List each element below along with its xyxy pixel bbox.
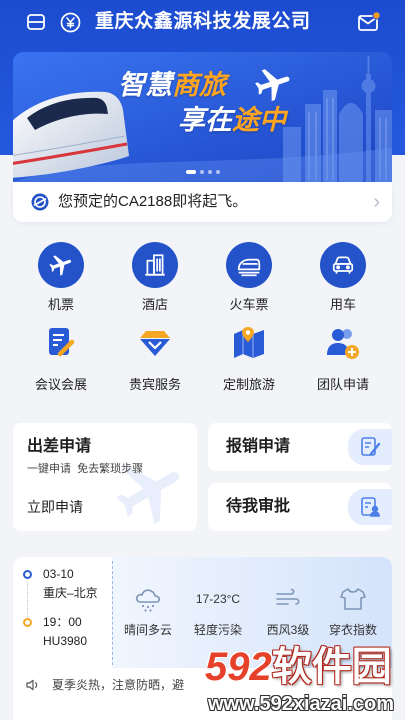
diamond-icon — [140, 331, 170, 356]
temperature-range: 17-23°C — [195, 592, 241, 606]
watermark-url: www.592xiazai.com — [208, 693, 395, 715]
carousel-indicator[interactable] — [13, 170, 392, 174]
wind-icon — [276, 588, 300, 605]
carousel-dot[interactable] — [199, 170, 204, 174]
trip-request-card[interactable]: 出差申请 一键申请 免去繁琐步骤 立即申请 — [13, 423, 197, 531]
slogan-line-1-normal: 智慧 — [118, 70, 172, 100]
promo-banner[interactable]: 智慧商旅 享在途中 — [13, 52, 392, 182]
air-quality-label: 轻度污染 — [193, 623, 242, 637]
weather-condition — [116, 584, 180, 612]
card-icon[interactable] — [26, 12, 46, 32]
yuan-icon[interactable] — [60, 12, 81, 33]
expense-title: 报销申请 — [226, 438, 291, 455]
trip-time: 19：00 — [43, 615, 82, 629]
plane-icon — [38, 242, 84, 288]
service-hotel[interactable]: 酒店 — [115, 242, 195, 313]
approval-icon-box — [348, 489, 392, 525]
service-label: 用车 — [329, 297, 356, 312]
trip-request-subtitle: 一键申请 免去繁琐步骤 — [27, 463, 144, 475]
trip-request-title: 出差申请 — [27, 438, 92, 455]
service-label: 机票 — [47, 297, 74, 312]
approval-card[interactable]: 待我审批 — [208, 483, 392, 531]
carousel-dot[interactable] — [185, 170, 196, 174]
departure-marker — [23, 570, 32, 579]
approval-form-icon — [361, 497, 380, 517]
app-title: 重庆众鑫源科技发展公司 — [95, 11, 311, 32]
watermark-number: 592 — [205, 645, 272, 689]
carousel-dot[interactable] — [215, 170, 220, 174]
notice-text: 您预定的CA2188即将起飞。 — [58, 193, 248, 210]
clothing-index-label: 穿衣指数 — [328, 623, 377, 637]
mail-icon[interactable] — [357, 11, 381, 33]
service-vip[interactable]: 贵宾服务 — [115, 325, 195, 393]
cloud-rain-icon — [135, 589, 161, 612]
timeline-line — [27, 582, 28, 617]
trip-route: 重庆–北京 — [43, 586, 98, 600]
document-pen-icon — [49, 328, 75, 357]
map-pin-icon — [234, 327, 264, 358]
slogan-line-1-highlight: 商旅 — [172, 70, 226, 100]
team-add-icon — [327, 329, 359, 359]
service-label: 火车票 — [229, 297, 269, 312]
wind — [256, 584, 320, 612]
service-flight[interactable]: 机票 — [21, 242, 101, 313]
service-label: 贵宾服务 — [128, 377, 181, 392]
slogan-line-1: 智慧商旅 — [118, 70, 226, 100]
service-conference[interactable]: 会议会展 — [21, 325, 101, 393]
shirt-icon — [340, 588, 366, 610]
car-icon — [320, 242, 366, 288]
clothing-index — [321, 584, 385, 612]
service-label: 会议会展 — [34, 377, 87, 392]
service-team[interactable]: 团队申请 — [303, 325, 383, 393]
slogan-line-2-normal: 享在 — [178, 105, 232, 135]
apply-now-link[interactable]: 立即申请 — [27, 499, 83, 515]
trip-date: 03-10 — [43, 567, 74, 581]
expense-form-icon — [361, 437, 381, 456]
clock-icon — [31, 193, 49, 211]
slogan-line-2-highlight: 途中 — [232, 105, 286, 135]
weather-condition-label: 晴间多云 — [123, 623, 172, 637]
speaker-icon — [26, 679, 38, 691]
carousel-dot[interactable] — [207, 170, 212, 174]
service-label: 定制旅游 — [222, 377, 275, 392]
dashed-divider — [112, 561, 113, 665]
service-label: 团队申请 — [316, 377, 369, 392]
building-icon — [132, 242, 178, 288]
weather-tip: 夏季炎热，注意防晒，避 — [52, 678, 185, 692]
site-watermark: 592软件园 www.592xiazai.com — [200, 644, 405, 720]
watermark-name: 软件园 — [271, 645, 392, 689]
chevron-right-icon: › — [373, 191, 380, 213]
flight-notice[interactable]: 您预定的CA2188即将起飞。 › — [13, 182, 392, 222]
wind-label: 西风3级 — [266, 623, 310, 637]
time-marker — [23, 618, 32, 627]
train-icon — [226, 242, 272, 288]
service-custom-tour[interactable]: 定制旅游 — [209, 325, 289, 393]
trip-flight-number: HU3980 — [43, 634, 88, 648]
approval-title: 待我审批 — [226, 498, 291, 515]
service-label: 酒店 — [141, 297, 168, 312]
slogan-line-2: 享在途中 — [178, 105, 286, 135]
service-train[interactable]: 火车票 — [209, 242, 289, 313]
unread-dot — [372, 11, 381, 20]
expense-icon-box — [348, 429, 392, 465]
watermark-brand: 592软件园 — [205, 644, 392, 690]
service-car[interactable]: 用车 — [303, 242, 383, 313]
expense-card[interactable]: 报销申请 — [208, 423, 392, 471]
